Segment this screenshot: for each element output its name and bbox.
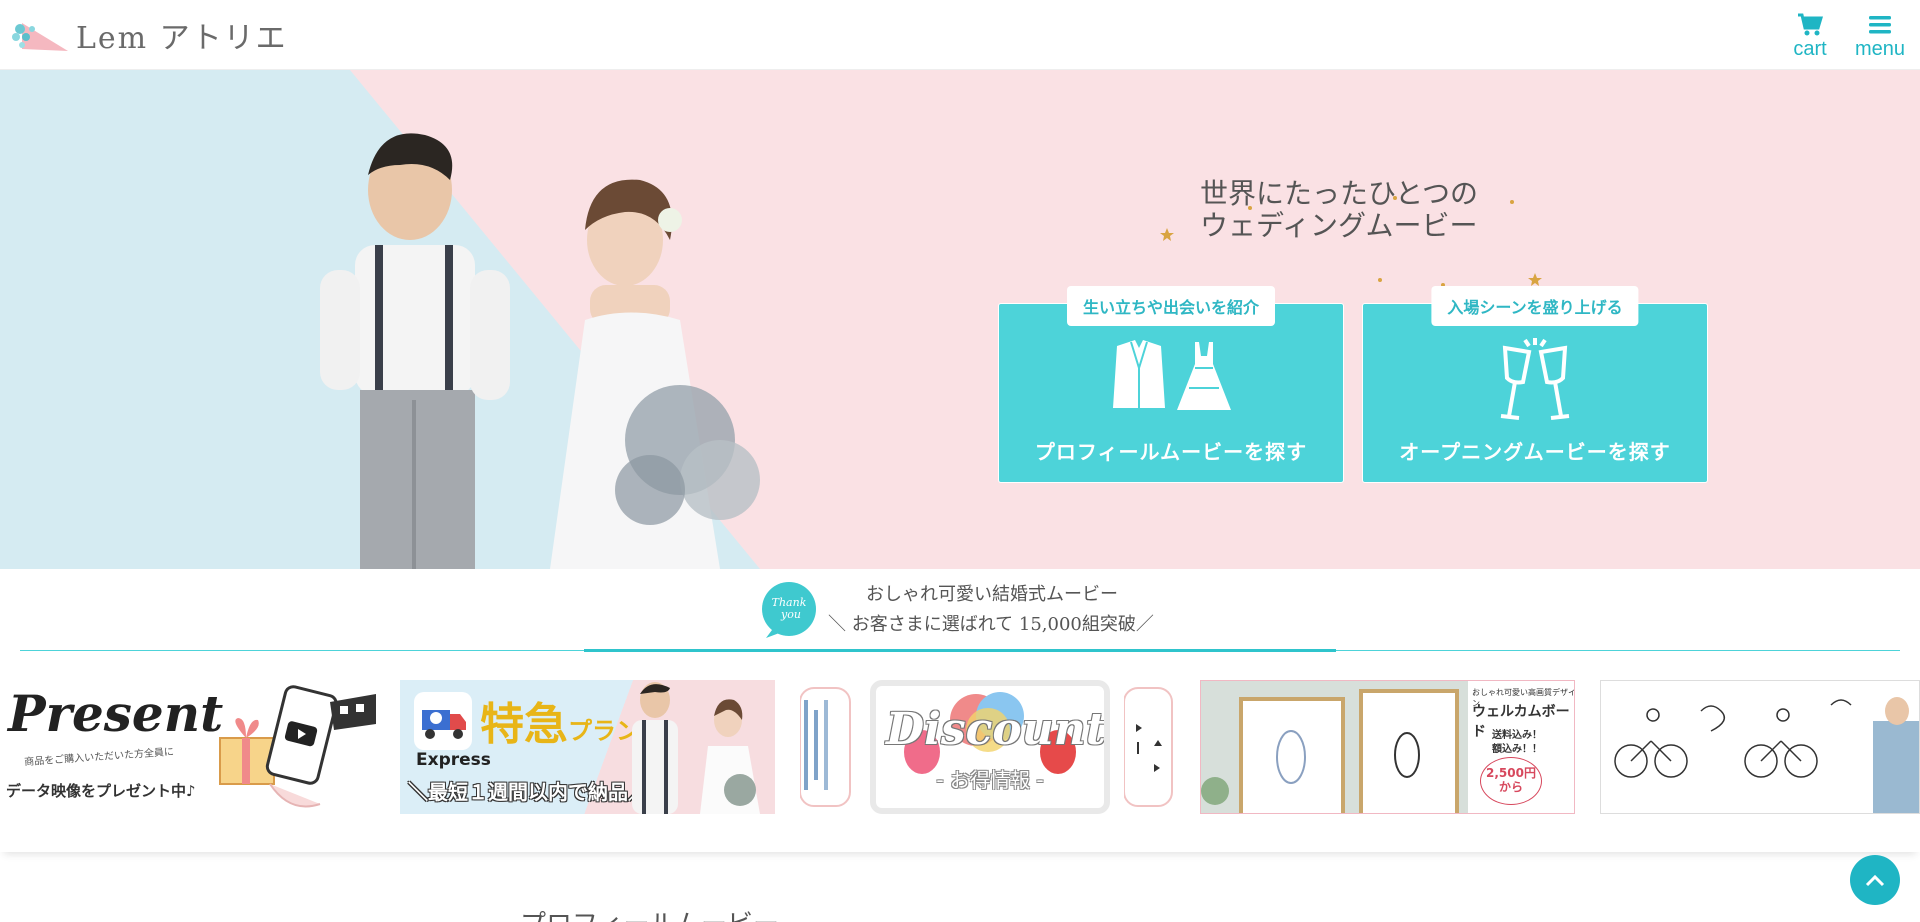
express-title-main: 特急 [480, 699, 568, 750]
card-tag: 入場シーンを盛り上げる [1431, 286, 1639, 326]
menu-label: menu [1854, 38, 1906, 60]
svg-text:you: you [780, 608, 801, 621]
welcome-board-panel: おしゃれ可愛い高画質デザイン ウェルカムボード 送料込み！ 額込み！！ 2,50… [1468, 681, 1574, 813]
logo-text: Lem アトリエ [76, 21, 288, 56]
price-suffix: から [1498, 780, 1523, 794]
price-value: 2,500円 [1486, 766, 1536, 780]
card-label: プロフィールムービーを探す [1034, 440, 1308, 464]
couple-photo [320, 133, 760, 569]
card-label: オープニングムービーを探す [1399, 440, 1671, 464]
hero-section: 世界にたったひとつの ウェディングムービー 生い立ちや出会いを紹介 プロフィール… [0, 70, 1920, 569]
phone-gift-icon [219, 685, 376, 808]
scroll-to-top-button[interactable] [1850, 855, 1900, 905]
message-line-1: おしゃれ可愛い結婚式ムービー [866, 584, 1118, 605]
divider-accent [584, 649, 1336, 652]
welcome-board-banner[interactable]: おしゃれ可愛い高画質デザイン ウェルカムボード 送料込み！ 額込み！！ 2,50… [1200, 680, 1575, 814]
express-banner[interactable]: 特急プラン Express ＼最短１週間以内で納品／ [400, 680, 775, 814]
present-sub: 商品をご購入いただいた方全員に [23, 746, 175, 769]
hero-tagline: 世界にたったひとつの ウェディングムービー [1200, 178, 1478, 242]
cart-label: cart [1793, 38, 1827, 60]
stripes-decoration [800, 687, 851, 807]
hamburger-icon [1869, 16, 1891, 34]
shipping-line-2: 額込み！！ [1492, 744, 1542, 755]
line-art-illustration [1614, 697, 1919, 813]
line-art-banner[interactable] [1600, 680, 1920, 814]
card-tag: 生い立ちや出会いを紹介 [1066, 286, 1276, 326]
site-header: Lem アトリエ cart menu [0, 0, 1920, 70]
champagne-glasses-icon [1500, 338, 1570, 420]
tagline-line-2: ウェディングムービー [1200, 209, 1478, 242]
message-line-2: ＼ お客さまに選ばれて 15,000組突破／ [828, 614, 1154, 635]
logo-flower-icon [12, 23, 68, 51]
profile-movie-card[interactable]: 生い立ちや出会いを紹介 プロフィールムービーを探す [998, 286, 1344, 483]
truck-icon [414, 692, 472, 750]
cart-icon [1798, 13, 1823, 36]
section-title: プロフィールムービー [520, 904, 779, 922]
discount-title: Discount [886, 704, 1107, 755]
site-logo[interactable]: Lem アトリエ [8, 12, 288, 58]
menu-button[interactable]: menu [1850, 12, 1910, 61]
banner-carousel: Present 商品をご購入いただいた方全員に データ映像をプレゼント中♪ 特急… [0, 660, 1920, 852]
thank-you-badge-icon: Thank you [762, 582, 816, 638]
present-banner[interactable]: Present 商品をご購入いただいた方全員に データ映像をプレゼント中♪ [0, 680, 376, 814]
welcome-board-price: 2,500円 から [1480, 757, 1542, 805]
present-main: データ映像をプレゼント中♪ [6, 782, 196, 800]
tuxedo-dress-icon [1113, 340, 1231, 410]
triangles-decoration [1124, 687, 1173, 807]
tagline-line-1: 世界にたったひとつの [1200, 177, 1479, 210]
chevron-up-icon [1865, 874, 1885, 887]
express-en: Express [416, 750, 491, 770]
welcome-board-photo [1201, 681, 1468, 813]
express-couple-photo [632, 682, 760, 814]
present-title: Present [8, 684, 224, 743]
discount-sub: - お得情報 - [936, 768, 1044, 792]
welcome-board-shipping: 送料込み！ 額込み！！ [1492, 729, 1542, 757]
opening-movie-card[interactable]: 入場シーンを盛り上げる オープニングムービーを探す [1362, 286, 1708, 483]
shipping-line-1: 送料込み！ [1492, 730, 1542, 741]
discount-banner[interactable]: Discount - お得情報 - [870, 680, 1110, 814]
cart-button[interactable]: cart [1780, 12, 1840, 61]
